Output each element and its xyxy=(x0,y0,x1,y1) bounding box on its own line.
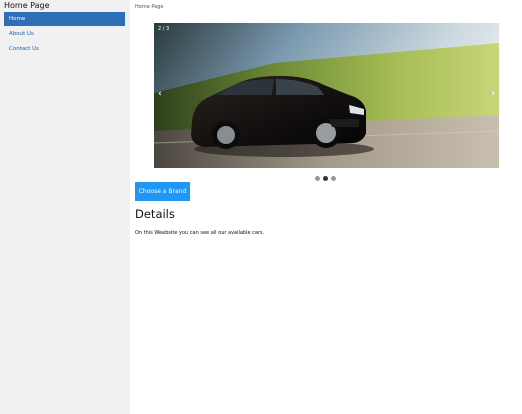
sidebar-title: Home Page xyxy=(4,1,50,10)
sidebar-item-home[interactable]: Home xyxy=(4,12,125,26)
sidebar-nav: Home About Us Contact Us xyxy=(4,12,125,57)
image-carousel[interactable]: 2 / 3 ‹ › xyxy=(154,23,499,168)
sidebar-item-about-us[interactable]: About Us xyxy=(4,27,125,41)
carousel-dot-1[interactable] xyxy=(315,176,320,181)
carousel-dot-2[interactable] xyxy=(323,176,328,181)
carousel-next-icon[interactable]: › xyxy=(491,89,495,99)
breadcrumb: Home Page xyxy=(135,4,164,10)
slide-counter: 2 / 3 xyxy=(158,26,170,32)
carousel-prev-icon[interactable]: ‹ xyxy=(158,89,162,99)
sidebar: Home Page Home About Us Contact Us xyxy=(0,0,130,414)
carousel-dot-3[interactable] xyxy=(331,176,336,181)
details-text: On this Weebsite you can see all our ava… xyxy=(135,230,265,236)
choose-brand-button[interactable]: Choose a Brand xyxy=(135,182,190,201)
page-heading: Details xyxy=(135,207,175,221)
car-photo xyxy=(154,23,499,168)
sidebar-item-contact-us[interactable]: Contact Us xyxy=(4,42,125,56)
carousel-dots xyxy=(315,176,339,182)
main-content: Home Page 2 / 3 ‹ › Choose a Brand Detai… xyxy=(130,0,522,414)
